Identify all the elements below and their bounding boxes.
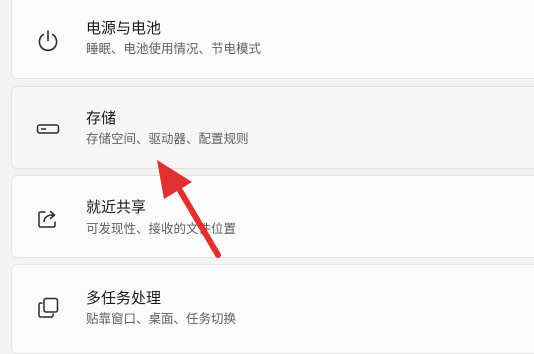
settings-list: 电源与电池 睡眠、电池使用情况、节电模式 存储 存储空间、驱动器、配置规则 就近… [0, 0, 534, 354]
settings-item-subtitle: 贴靠窗口、桌面、任务切换 [86, 311, 237, 326]
settings-item-multitasking[interactable]: 多任务处理 贴靠窗口、桌面、任务切换 [11, 264, 534, 354]
settings-item-subtitle: 可发现性、接收的文件位置 [86, 221, 237, 236]
multitasking-icon [34, 294, 62, 322]
settings-item-title: 多任务处理 [86, 289, 162, 307]
settings-item-storage[interactable]: 存储 存储空间、驱动器、配置规则 [11, 86, 534, 169]
power-icon [34, 27, 62, 55]
share-icon [34, 204, 62, 232]
settings-item-nearby-sharing[interactable]: 就近共享 可发现性、接收的文件位置 [11, 175, 534, 258]
settings-item-title: 就近共享 [86, 198, 147, 216]
settings-item-subtitle: 存储空间、驱动器、配置规则 [86, 131, 249, 146]
settings-item-title: 电源与电池 [86, 19, 162, 37]
settings-item-subtitle: 睡眠、电池使用情况、节电模式 [86, 41, 262, 56]
settings-item-power-battery[interactable]: 电源与电池 睡眠、电池使用情况、节电模式 [11, 0, 534, 79]
storage-drive-icon [34, 115, 62, 143]
settings-item-title: 存储 [86, 109, 117, 127]
